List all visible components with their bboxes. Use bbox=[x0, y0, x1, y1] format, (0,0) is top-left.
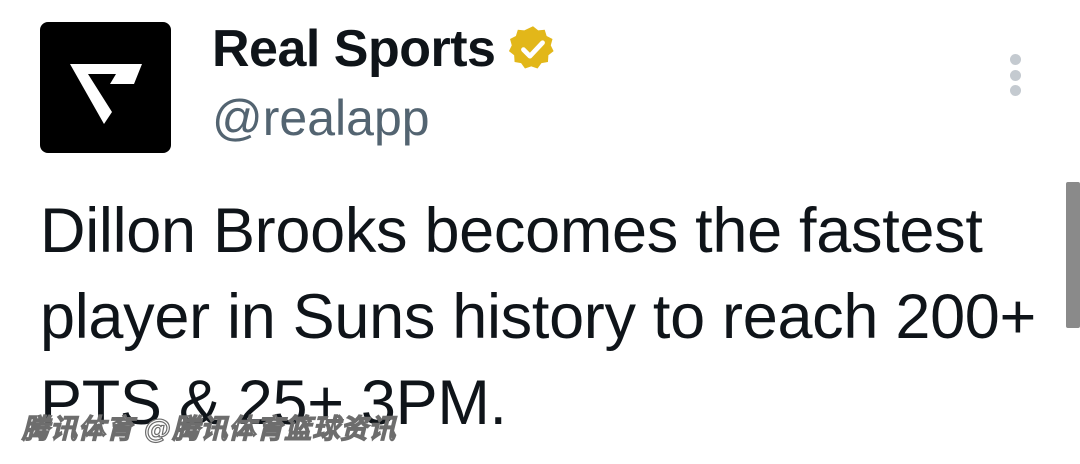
account-name-row: Real Sports bbox=[212, 18, 559, 80]
more-vertical-icon-dot bbox=[1009, 85, 1021, 96]
more-vertical-icon-dot bbox=[1009, 69, 1021, 81]
more-options-button[interactable] bbox=[998, 50, 1032, 100]
scrollbar[interactable] bbox=[1066, 182, 1080, 328]
more-vertical-icon-dot bbox=[1009, 54, 1021, 65]
real-sports-logo-icon bbox=[69, 63, 142, 124]
watermark: 腾讯体育 @腾讯体育篮球资讯 bbox=[21, 413, 397, 445]
account-handle[interactable]: @realapp bbox=[212, 88, 430, 148]
tweet-text: Dillon Brooks becomes the fastest player… bbox=[40, 196, 1037, 438]
avatar[interactable] bbox=[40, 22, 171, 153]
verified-badge-icon[interactable] bbox=[507, 23, 559, 75]
display-name[interactable]: Real Sports bbox=[212, 18, 496, 80]
